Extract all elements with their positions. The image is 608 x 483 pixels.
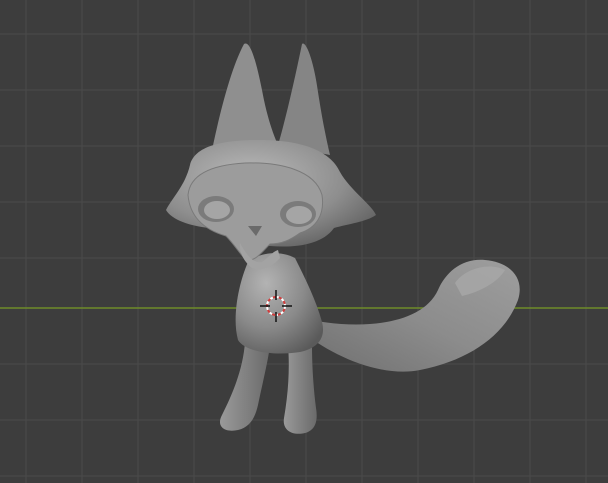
eye-socket-left-inner xyxy=(204,201,230,219)
cat-sculpt-mesh[interactable] xyxy=(166,43,520,434)
cat-body[interactable] xyxy=(235,253,324,354)
viewport-canvas[interactable] xyxy=(0,0,608,483)
eye-socket-right-inner xyxy=(286,206,312,224)
cat-leg-left[interactable] xyxy=(219,342,270,431)
3d-viewport[interactable] xyxy=(0,0,608,483)
cat-ear-right[interactable] xyxy=(278,43,330,155)
cat-leg-right[interactable] xyxy=(283,345,317,434)
